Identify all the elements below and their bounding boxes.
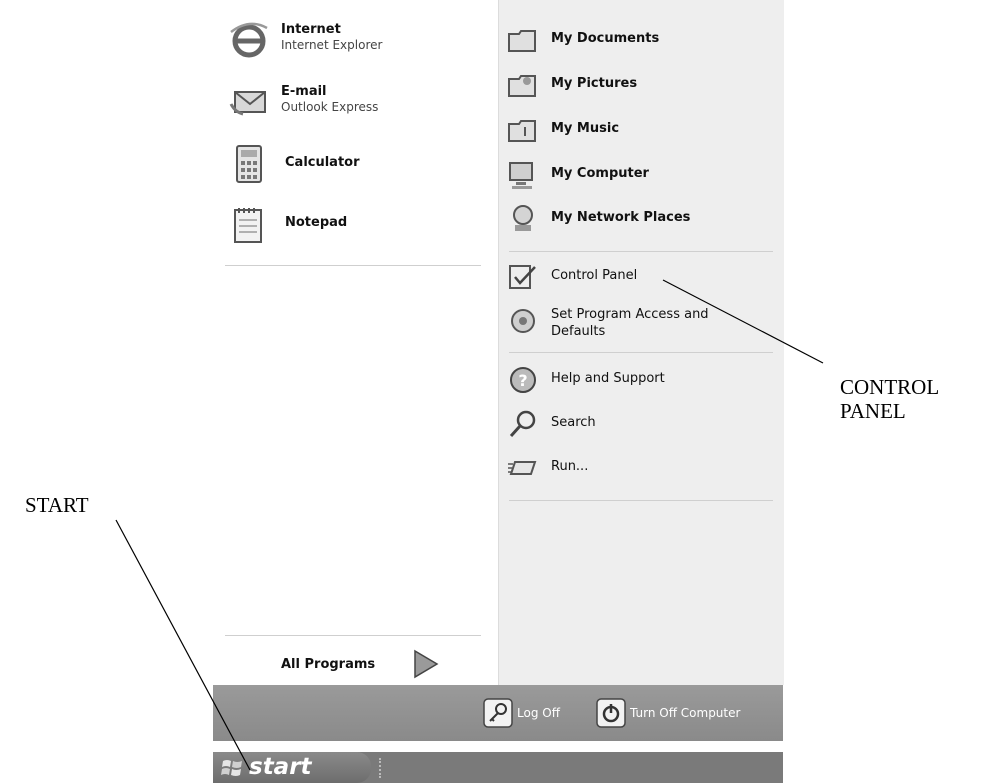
start-annotation: START <box>25 493 89 517</box>
annotation-control-label: CONTROL <box>840 375 940 399</box>
control-panel-annotation: CONTROL PANEL <box>840 375 939 423</box>
annotation-panel-label: PANEL <box>840 399 906 423</box>
start-leader-line <box>115 519 251 771</box>
annotation-start-label: START <box>25 493 89 517</box>
control-panel-leader-line <box>662 279 824 364</box>
